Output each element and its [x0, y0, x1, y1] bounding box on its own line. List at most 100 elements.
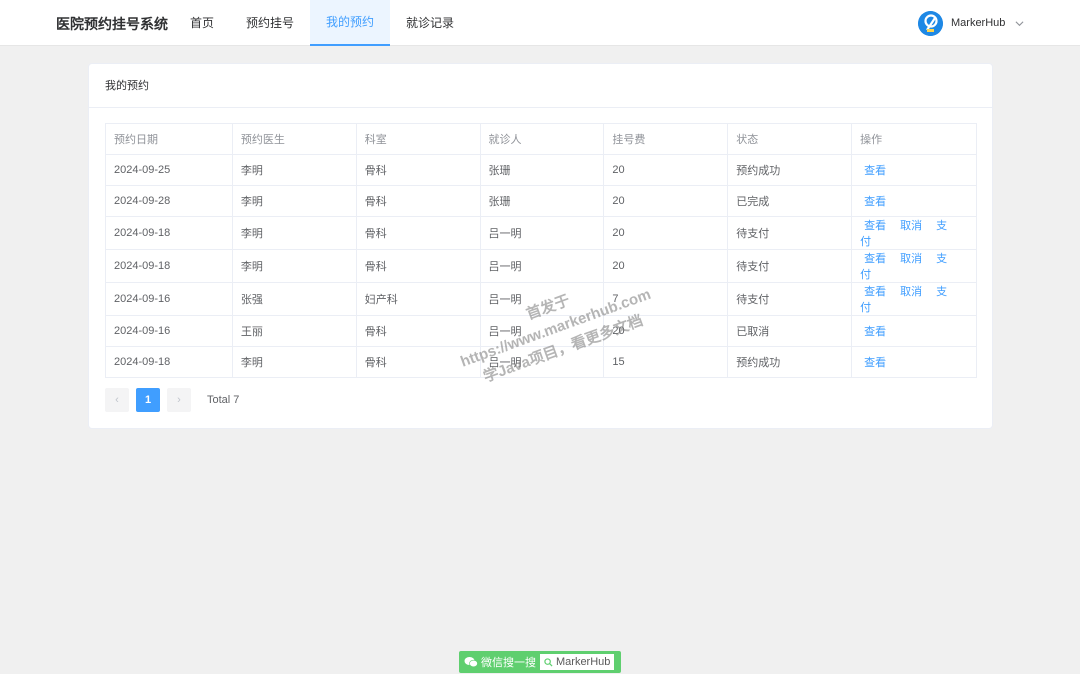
badge-search-text: MarkerHub [556, 656, 611, 668]
table-row: 2024-09-25 李明 骨科 张珊 20 预约成功 查看 [105, 154, 977, 186]
app-title: 医院预约挂号系统 [56, 16, 168, 32]
cell-date: 2024-09-18 [105, 216, 233, 250]
cell-status: 预约成功 [727, 346, 853, 378]
cell-actions: 查看 取消 支付 [851, 249, 977, 283]
col-doctor: 预约医生 [231, 123, 357, 155]
col-actions: 操作 [851, 123, 977, 155]
cell-actions: 查看 取消 支付 [851, 216, 977, 250]
wechat-icon [464, 657, 478, 668]
appointments-card: 我的预约 预约日期 预约医生 科室 就诊人 挂号费 状态 操作 2024-09-… [88, 63, 993, 429]
cell-doctor: 李明 [231, 346, 357, 378]
top-navbar: 医院预约挂号系统 首页 预约挂号 我的预约 就诊记录 MarkerHub [0, 0, 1080, 46]
next-page-button[interactable]: › [167, 388, 191, 412]
cell-date: 2024-09-18 [105, 249, 233, 283]
cell-patient: 张珊 [479, 154, 605, 186]
col-fee: 挂号费 [603, 123, 729, 155]
wechat-search-badge: 微信搜一搜 MarkerHub [459, 651, 621, 673]
cell-status: 已完成 [727, 185, 853, 217]
col-patient: 就诊人 [479, 123, 605, 155]
view-link[interactable]: 查看 [864, 196, 886, 208]
cell-dept: 骨科 [355, 185, 481, 217]
cell-dept: 骨科 [355, 154, 481, 186]
view-link[interactable]: 查看 [864, 357, 886, 369]
cancel-link[interactable]: 取消 [900, 286, 922, 298]
cell-doctor: 李明 [231, 216, 357, 250]
cell-doctor: 王丽 [231, 315, 357, 347]
cell-dept: 骨科 [355, 216, 481, 250]
cell-dept: 骨科 [355, 315, 481, 347]
cell-date: 2024-09-28 [105, 185, 233, 217]
cell-patient: 吕一明 [479, 346, 605, 378]
view-link[interactable]: 查看 [864, 286, 886, 298]
cell-actions: 查看 [851, 346, 977, 378]
search-icon [544, 657, 553, 667]
cell-doctor: 张强 [231, 282, 357, 316]
cell-date: 2024-09-18 [105, 346, 233, 378]
col-dept: 科室 [355, 123, 481, 155]
cell-actions: 查看 [851, 154, 977, 186]
cell-fee: 20 [603, 216, 729, 250]
main-nav: 首页 预约挂号 我的预约 就诊记录 [174, 0, 470, 46]
cell-doctor: 李明 [231, 249, 357, 283]
user-name: MarkerHub [951, 17, 1006, 29]
col-date: 预约日期 [105, 123, 233, 155]
cell-doctor: 李明 [231, 185, 357, 217]
cell-doctor: 李明 [231, 154, 357, 186]
cell-actions: 查看 取消 支付 [851, 282, 977, 316]
cell-actions: 查看 [851, 315, 977, 347]
cell-status: 待支付 [727, 249, 853, 283]
cell-dept: 骨科 [355, 346, 481, 378]
cell-status: 已取消 [727, 315, 853, 347]
table-header-row: 预约日期 预约医生 科室 就诊人 挂号费 状态 操作 [105, 123, 977, 155]
cell-patient: 吕一明 [479, 282, 605, 316]
pagination: ‹ 1 › Total 7 [105, 388, 239, 412]
table-row: 2024-09-28 李明 骨科 张珊 20 已完成 查看 [105, 185, 977, 217]
cell-patient: 吕一明 [479, 249, 605, 283]
avatar [918, 10, 943, 36]
cell-fee: 15 [603, 346, 729, 378]
cancel-link[interactable]: 取消 [900, 220, 922, 232]
view-link[interactable]: 查看 [864, 326, 886, 338]
cell-status: 预约成功 [727, 154, 853, 186]
table-row: 2024-09-18 李明 骨科 吕一明 15 预约成功 查看 [105, 346, 977, 378]
cell-status: 待支付 [727, 216, 853, 250]
table-row: 2024-09-18 李明 骨科 吕一明 20 待支付 查看 取消 支付 [105, 216, 977, 250]
nav-my-appointments[interactable]: 我的预约 [310, 0, 391, 46]
appointments-table: 预约日期 预约医生 科室 就诊人 挂号费 状态 操作 2024-09-25 李明骨… [105, 123, 977, 378]
prev-page-button[interactable]: ‹ [105, 388, 129, 412]
table-row: 2024-09-16 王丽 骨科 吕一明 20 已取消 查看 [105, 315, 977, 347]
view-link[interactable]: 查看 [864, 220, 886, 232]
badge-label: 微信搜一搜 [481, 657, 536, 669]
cell-dept: 妇产科 [355, 282, 481, 316]
cell-fee: 7 [603, 282, 729, 316]
cell-fee: 20 [603, 154, 729, 186]
table-row: 2024-09-16 张强 妇产科 吕一明 7 待支付 查看 取消 支付 [105, 282, 977, 316]
nav-visit-records[interactable]: 就诊记录 [390, 0, 470, 46]
cell-status: 待支付 [727, 282, 853, 316]
cell-fee: 20 [603, 315, 729, 347]
view-link[interactable]: 查看 [864, 165, 886, 177]
cell-fee: 20 [603, 249, 729, 283]
cell-actions: 查看 [851, 185, 977, 217]
chevron-down-icon [1015, 20, 1024, 26]
badge-search-box: MarkerHub [540, 654, 615, 670]
cell-date: 2024-09-16 [105, 315, 233, 347]
cell-patient: 张珊 [479, 185, 605, 217]
user-menu[interactable]: MarkerHub [918, 10, 1024, 36]
view-link[interactable]: 查看 [864, 253, 886, 265]
cell-patient: 吕一明 [479, 315, 605, 347]
table-body: 2024-09-25 李明 骨科 张珊 20 预约成功 查看 2024-09-28 李明 骨科 张珊… [105, 154, 977, 378]
total-count: Total 7 [207, 394, 240, 406]
cell-date: 2024-09-16 [105, 282, 233, 316]
table-row: 2024-09-18 李明 骨科 吕一明 20 待支付 查看 取消 支付 [105, 249, 977, 283]
cell-date: 2024-09-25 [105, 154, 233, 186]
col-status: 状态 [727, 123, 853, 155]
page-number-button[interactable]: 1 [136, 388, 160, 412]
cell-fee: 20 [603, 185, 729, 217]
card-title: 我的预约 [89, 64, 992, 108]
cell-dept: 骨科 [355, 249, 481, 283]
nav-book-appointment[interactable]: 预约挂号 [230, 0, 310, 46]
cell-patient: 吕一明 [479, 216, 605, 250]
cancel-link[interactable]: 取消 [900, 253, 922, 265]
nav-home[interactable]: 首页 [174, 0, 230, 46]
